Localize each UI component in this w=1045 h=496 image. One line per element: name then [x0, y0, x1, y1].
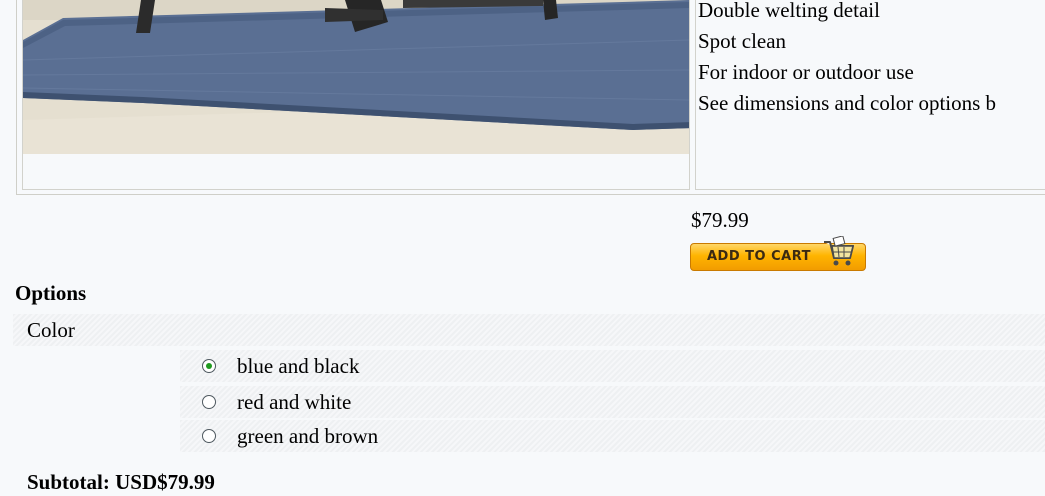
- color-choice-blue-and-black[interactable]: blue and black: [180, 350, 1045, 382]
- feature-item: For indoor or outdoor use: [698, 60, 914, 84]
- feature-item: Spot clean: [698, 29, 787, 53]
- feature-list: Double welting detail Spot clean For ind…: [698, 0, 996, 119]
- product-image-cell: [22, 0, 690, 190]
- choice-label: blue and black: [237, 354, 360, 378]
- options-heading: Options: [15, 281, 87, 305]
- shopping-cart-icon: [824, 236, 854, 266]
- product-price: $79.99: [691, 208, 749, 232]
- feature-item: See dimensions and color options b: [698, 91, 997, 115]
- color-choice-red-and-white[interactable]: red and white: [180, 386, 1045, 418]
- feature-item: Double welting detail: [698, 0, 880, 22]
- subtotal: Subtotal: USD$79.99: [27, 470, 215, 494]
- product-photo: [23, 0, 689, 154]
- choice-label: red and white: [237, 390, 352, 414]
- add-to-cart-label: ADD TO CART: [707, 249, 812, 264]
- choice-label: green and brown: [237, 424, 379, 448]
- product-table: Double welting detail Spot clean For ind…: [16, 0, 1045, 195]
- color-choice-green-and-brown[interactable]: green and brown: [180, 420, 1045, 452]
- product-description-cell: Double welting detail Spot clean For ind…: [695, 0, 1045, 190]
- add-to-cart-button[interactable]: ADD TO CART: [690, 236, 866, 271]
- radio-button[interactable]: [202, 429, 216, 443]
- color-label: Color: [27, 318, 75, 342]
- color-option-row: Color: [13, 314, 1045, 346]
- radio-button[interactable]: [202, 395, 216, 409]
- radio-button-selected[interactable]: [202, 359, 216, 373]
